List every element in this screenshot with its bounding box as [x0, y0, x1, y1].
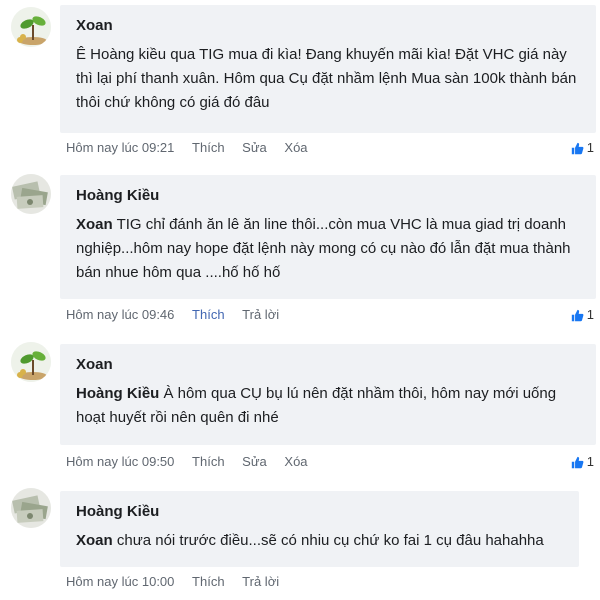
comment-time[interactable]: Hôm nay lúc 10:00	[66, 573, 174, 591]
avatar[interactable]	[11, 174, 51, 214]
edit-link[interactable]: Sửa	[242, 453, 267, 471]
avatar[interactable]	[11, 342, 51, 382]
comment-bubble: Hoàng Kiều Xoan TIG chỉ đánh ăn lê ăn li…	[60, 175, 596, 299]
money-icon	[11, 174, 51, 214]
comment-time[interactable]: Hôm nay lúc 09:21	[66, 139, 174, 157]
comment-meta: Hôm nay lúc 09:46 Thích Trả lời	[66, 306, 279, 324]
like-count-value: 1	[586, 307, 594, 322]
avatar[interactable]	[11, 488, 51, 528]
comment-meta: Hôm nay lúc 09:50 Thích Sửa Xóa	[66, 453, 308, 471]
delete-link[interactable]: Xóa	[284, 453, 307, 471]
like-count[interactable]: 1	[571, 139, 594, 157]
reply-link[interactable]: Trả lời	[242, 306, 279, 324]
comment-bubble: Xoan Ê Hoàng kiều qua TIG mua đi kìa! Đa…	[60, 5, 596, 133]
sprout-icon	[11, 342, 51, 382]
avatar[interactable]	[11, 7, 51, 47]
sprout-icon	[11, 7, 51, 47]
like-count-value: 1	[586, 454, 594, 469]
like-count-value: 1	[586, 140, 594, 155]
comment-author[interactable]: Xoan	[76, 16, 582, 36]
mention-link[interactable]: Xoan	[76, 216, 113, 233]
comment-meta: Hôm nay lúc 10:00 Thích Trả lời	[66, 573, 279, 591]
like-link[interactable]: Thích	[192, 139, 225, 157]
mention-link[interactable]: Xoan	[76, 532, 113, 549]
comment-bubble: Xoan Hoàng Kiều À hôm qua CỤ bụ lú nên đ…	[60, 344, 596, 445]
comment-author[interactable]: Hoàng Kiều	[76, 186, 582, 206]
comment-author[interactable]: Hoàng Kiều	[76, 502, 565, 522]
mention-link[interactable]: Hoàng Kiều	[76, 385, 159, 402]
like-link[interactable]: Thích	[192, 573, 225, 591]
like-count[interactable]: 1	[571, 306, 594, 324]
comment-text: Hoàng Kiều À hôm qua CỤ bụ lú nên đặt nh…	[76, 382, 582, 430]
comment-text-body: chưa nói trước điều...sẽ có nhiu cụ chứ …	[112, 532, 544, 549]
like-link[interactable]: Thích	[192, 306, 225, 324]
delete-link[interactable]: Xóa	[284, 139, 307, 157]
comment-time[interactable]: Hôm nay lúc 09:46	[66, 306, 174, 324]
comment-text: Xoan TIG chỉ đánh ăn lê ăn line thôi...c…	[76, 213, 582, 285]
thumbs-up-icon	[571, 456, 584, 468]
like-count[interactable]: 1	[571, 453, 594, 471]
like-link[interactable]: Thích	[192, 453, 225, 471]
comment-time[interactable]: Hôm nay lúc 09:50	[66, 453, 174, 471]
comment-text: Ê Hoàng kiều qua TIG mua đi kìa! Đang kh…	[76, 46, 577, 111]
reply-link[interactable]: Trả lời	[242, 573, 279, 591]
comment-author[interactable]: Xoan	[76, 355, 582, 375]
comment-bubble: Hoàng Kiều Xoan chưa nói trước điều...sẽ…	[60, 491, 579, 567]
comment-text: Xoan chưa nói trước điều...sẽ có nhiu cụ…	[76, 529, 565, 553]
thumbs-up-icon	[571, 309, 584, 321]
comment-meta: Hôm nay lúc 09:21 Thích Sửa Xóa	[66, 139, 308, 157]
edit-link[interactable]: Sửa	[242, 139, 267, 157]
money-icon	[11, 488, 51, 528]
thumbs-up-icon	[571, 142, 584, 154]
comment-text-body: TIG chỉ đánh ăn lê ăn line thôi...còn mu…	[76, 216, 571, 281]
